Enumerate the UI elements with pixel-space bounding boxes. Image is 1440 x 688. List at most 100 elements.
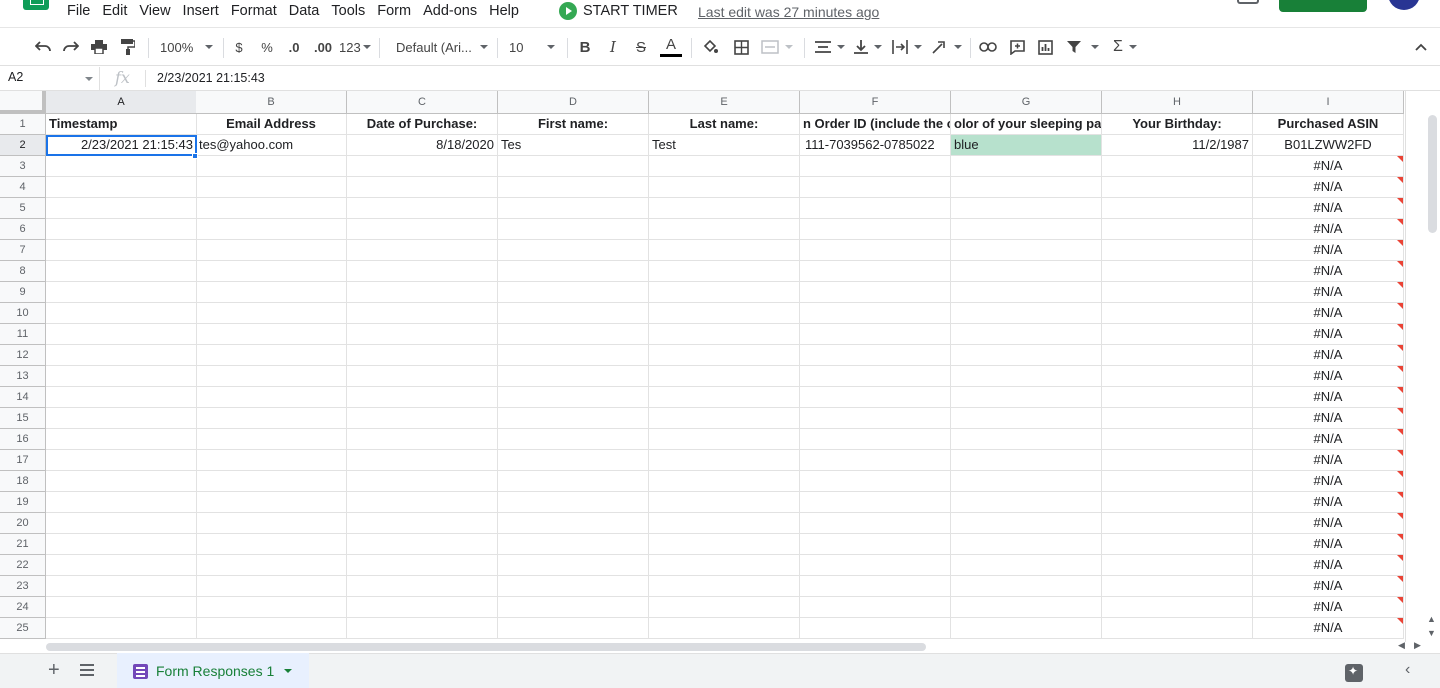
empty-cell[interactable] (649, 387, 800, 408)
empty-cell[interactable] (46, 240, 197, 261)
row-header[interactable]: 15 (0, 408, 46, 429)
share-button[interactable] (1279, 0, 1367, 12)
data-cell[interactable]: B01LZWW2FD (1253, 135, 1404, 156)
empty-cell[interactable] (1102, 198, 1253, 219)
row-header[interactable]: 11 (0, 324, 46, 345)
empty-cell[interactable] (196, 282, 347, 303)
empty-cell[interactable] (498, 471, 649, 492)
empty-cell[interactable] (649, 156, 800, 177)
empty-cell[interactable] (649, 597, 800, 618)
empty-cell[interactable] (498, 429, 649, 450)
empty-cell[interactable] (347, 387, 498, 408)
error-cell[interactable]: #N/A (1253, 345, 1404, 366)
empty-cell[interactable] (347, 198, 498, 219)
empty-cell[interactable] (196, 345, 347, 366)
empty-cell[interactable] (347, 492, 498, 513)
empty-cell[interactable] (951, 576, 1102, 597)
error-cell[interactable]: #N/A (1253, 408, 1404, 429)
empty-cell[interactable] (196, 534, 347, 555)
data-cell[interactable]: blue (951, 135, 1102, 156)
start-timer-button[interactable]: START TIMER (559, 2, 678, 20)
empty-cell[interactable] (196, 219, 347, 240)
empty-cell[interactable] (951, 219, 1102, 240)
menu-file[interactable]: File (62, 2, 95, 20)
empty-cell[interactable] (196, 261, 347, 282)
empty-cell[interactable] (800, 324, 951, 345)
row-header[interactable]: 10 (0, 303, 46, 324)
vertical-align-icon[interactable] (853, 37, 883, 57)
header-cell[interactable]: First name: (498, 114, 649, 135)
empty-cell[interactable] (196, 450, 347, 471)
empty-cell[interactable] (347, 471, 498, 492)
empty-cell[interactable] (347, 366, 498, 387)
empty-cell[interactable] (649, 198, 800, 219)
empty-cell[interactable] (1102, 576, 1253, 597)
empty-cell[interactable] (649, 576, 800, 597)
row-header[interactable]: 4 (0, 177, 46, 198)
empty-cell[interactable] (649, 345, 800, 366)
empty-cell[interactable] (800, 198, 951, 219)
empty-cell[interactable] (951, 408, 1102, 429)
empty-cell[interactable] (498, 576, 649, 597)
empty-cell[interactable] (347, 303, 498, 324)
column-header-b[interactable]: B (196, 91, 347, 114)
empty-cell[interactable] (498, 450, 649, 471)
explore-icon[interactable] (1345, 664, 1363, 682)
column-header-i[interactable]: I (1253, 91, 1404, 114)
empty-cell[interactable] (196, 408, 347, 429)
horizontal-align-icon[interactable] (815, 37, 845, 57)
collapse-toolbar-icon[interactable] (1411, 37, 1431, 57)
empty-cell[interactable] (46, 471, 197, 492)
empty-cell[interactable] (347, 429, 498, 450)
empty-cell[interactable] (347, 555, 498, 576)
row-header[interactable]: 12 (0, 345, 46, 366)
empty-cell[interactable] (1102, 324, 1253, 345)
empty-cell[interactable] (196, 198, 347, 219)
error-cell[interactable]: #N/A (1253, 576, 1404, 597)
empty-cell[interactable] (649, 429, 800, 450)
data-cell[interactable]: 11/2/1987 (1102, 135, 1253, 156)
column-header-c[interactable]: C (347, 91, 498, 114)
zoom-select[interactable]: 100% (160, 37, 216, 57)
empty-cell[interactable] (649, 513, 800, 534)
empty-cell[interactable] (347, 324, 498, 345)
empty-cell[interactable] (951, 492, 1102, 513)
empty-cell[interactable] (800, 240, 951, 261)
redo-icon[interactable] (61, 37, 81, 57)
account-avatar[interactable] (1388, 0, 1420, 10)
undo-icon[interactable] (33, 37, 53, 57)
percent-button[interactable]: % (258, 37, 276, 57)
paint-format-icon[interactable] (118, 37, 138, 57)
row-header[interactable]: 3 (0, 156, 46, 177)
error-cell[interactable]: #N/A (1253, 555, 1404, 576)
empty-cell[interactable] (1102, 534, 1253, 555)
empty-cell[interactable] (1102, 177, 1253, 198)
empty-cell[interactable] (347, 261, 498, 282)
empty-cell[interactable] (196, 303, 347, 324)
empty-cell[interactable] (800, 366, 951, 387)
row-header[interactable]: 16 (0, 429, 46, 450)
empty-cell[interactable] (196, 471, 347, 492)
row-header[interactable]: 23 (0, 576, 46, 597)
empty-cell[interactable] (46, 576, 197, 597)
empty-cell[interactable] (649, 219, 800, 240)
empty-cell[interactable] (196, 240, 347, 261)
empty-cell[interactable] (649, 618, 800, 639)
empty-cell[interactable] (196, 576, 347, 597)
scroll-down-icon[interactable]: ▼ (1427, 628, 1436, 638)
empty-cell[interactable] (1102, 618, 1253, 639)
empty-cell[interactable] (1102, 345, 1253, 366)
scroll-right-icon[interactable]: ▶ (1414, 640, 1421, 651)
column-header-h[interactable]: H (1102, 91, 1253, 114)
empty-cell[interactable] (800, 576, 951, 597)
vertical-scroll-thumb[interactable] (1428, 115, 1437, 233)
empty-cell[interactable] (347, 450, 498, 471)
select-all-corner[interactable] (0, 91, 46, 114)
menu-view[interactable]: View (134, 2, 175, 20)
error-cell[interactable]: #N/A (1253, 492, 1404, 513)
empty-cell[interactable] (1102, 492, 1253, 513)
empty-cell[interactable] (46, 387, 197, 408)
empty-cell[interactable] (800, 282, 951, 303)
empty-cell[interactable] (1102, 366, 1253, 387)
error-cell[interactable]: #N/A (1253, 366, 1404, 387)
